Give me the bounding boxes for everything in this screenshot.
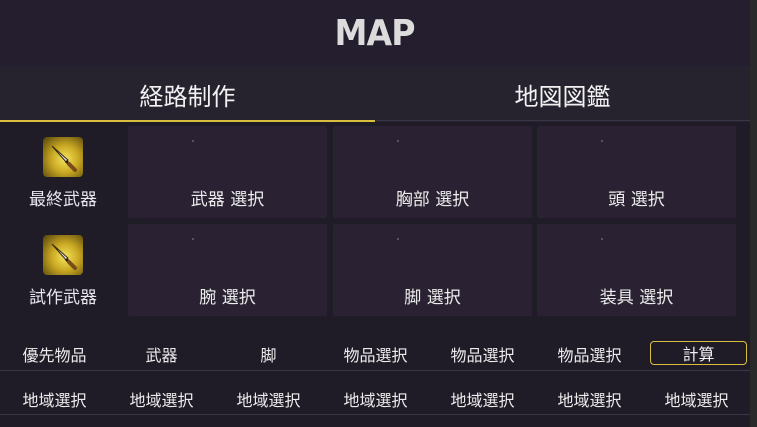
region-select[interactable]: 地域選択 [1, 384, 108, 414]
region-select[interactable]: 地域選択 [429, 384, 536, 414]
slot-weapon-select[interactable]: 武器 選択 [128, 126, 327, 218]
slot-label: 脚 選択 [404, 288, 461, 308]
filter-item-select[interactable]: 物品選択 [429, 338, 536, 370]
slot-gear-select[interactable]: 装具 選択 [537, 224, 736, 316]
tab-route-creation[interactable]: 経路制作 [0, 66, 375, 122]
filter-weapon[interactable]: 武器 [108, 338, 215, 370]
region-select[interactable]: 地域選択 [643, 384, 750, 414]
filter-item-select[interactable]: 物品選択 [322, 338, 429, 370]
slot-label: 腕 選択 [199, 288, 256, 308]
filter-item-select[interactable]: 物品選択 [536, 338, 643, 370]
placeholder-dot [397, 140, 399, 142]
slot-label: 武器 選択 [190, 190, 265, 210]
slot-label: 装具 選択 [599, 288, 674, 308]
header-bar: MAP [0, 0, 750, 66]
weapon-label: 最終武器 [29, 189, 97, 210]
region-select-row: 地域選択 地域選択 地域選択 地域選択 地域選択 地域選択 地域選択 [0, 384, 750, 415]
prototype-weapon-selector[interactable]: 試作武器 [0, 224, 126, 318]
placeholder-dot [192, 238, 194, 240]
weapon-label: 試作武器 [29, 287, 97, 308]
calculate-button[interactable]: 計算 [650, 341, 747, 365]
slot-head-select[interactable]: 頭 選択 [537, 126, 736, 218]
golden-knife-icon [43, 234, 83, 275]
placeholder-dot [192, 140, 194, 142]
filter-priority-item[interactable]: 優先物品 [1, 338, 108, 370]
equipment-row-final: 最終武器 武器 選択 胸部 選択 頭 選択 [0, 126, 750, 220]
slot-leg-select[interactable]: 脚 選択 [333, 224, 532, 316]
priority-filter-row: 優先物品 武器 脚 物品選択 物品選択 物品選択 計算 [0, 338, 750, 371]
divider [376, 120, 750, 121]
slot-label: 胸部 選択 [395, 190, 470, 210]
golden-knife-icon [43, 136, 83, 177]
tab-bar: 経路制作 地図図鑑 [0, 66, 750, 122]
page-title: MAP [334, 12, 416, 54]
equipment-row-prototype: 試作武器 腕 選択 脚 選択 装具 選択 [0, 224, 750, 318]
final-weapon-selector[interactable]: 最終武器 [0, 126, 126, 220]
slot-label: 頭 選択 [608, 190, 665, 210]
region-select[interactable]: 地域選択 [536, 384, 643, 414]
filter-leg[interactable]: 脚 [215, 338, 322, 370]
slot-arm-select[interactable]: 腕 選択 [128, 224, 327, 316]
region-select[interactable]: 地域選択 [108, 384, 215, 414]
placeholder-dot [397, 238, 399, 240]
scrollbar[interactable] [750, 0, 757, 427]
region-select[interactable]: 地域選択 [215, 384, 322, 414]
placeholder-dot [601, 238, 603, 240]
placeholder-dot [601, 140, 603, 142]
slot-chest-select[interactable]: 胸部 選択 [333, 126, 532, 218]
region-select[interactable]: 地域選択 [322, 384, 429, 414]
tab-map-encyclopedia[interactable]: 地図図鑑 [375, 66, 750, 122]
